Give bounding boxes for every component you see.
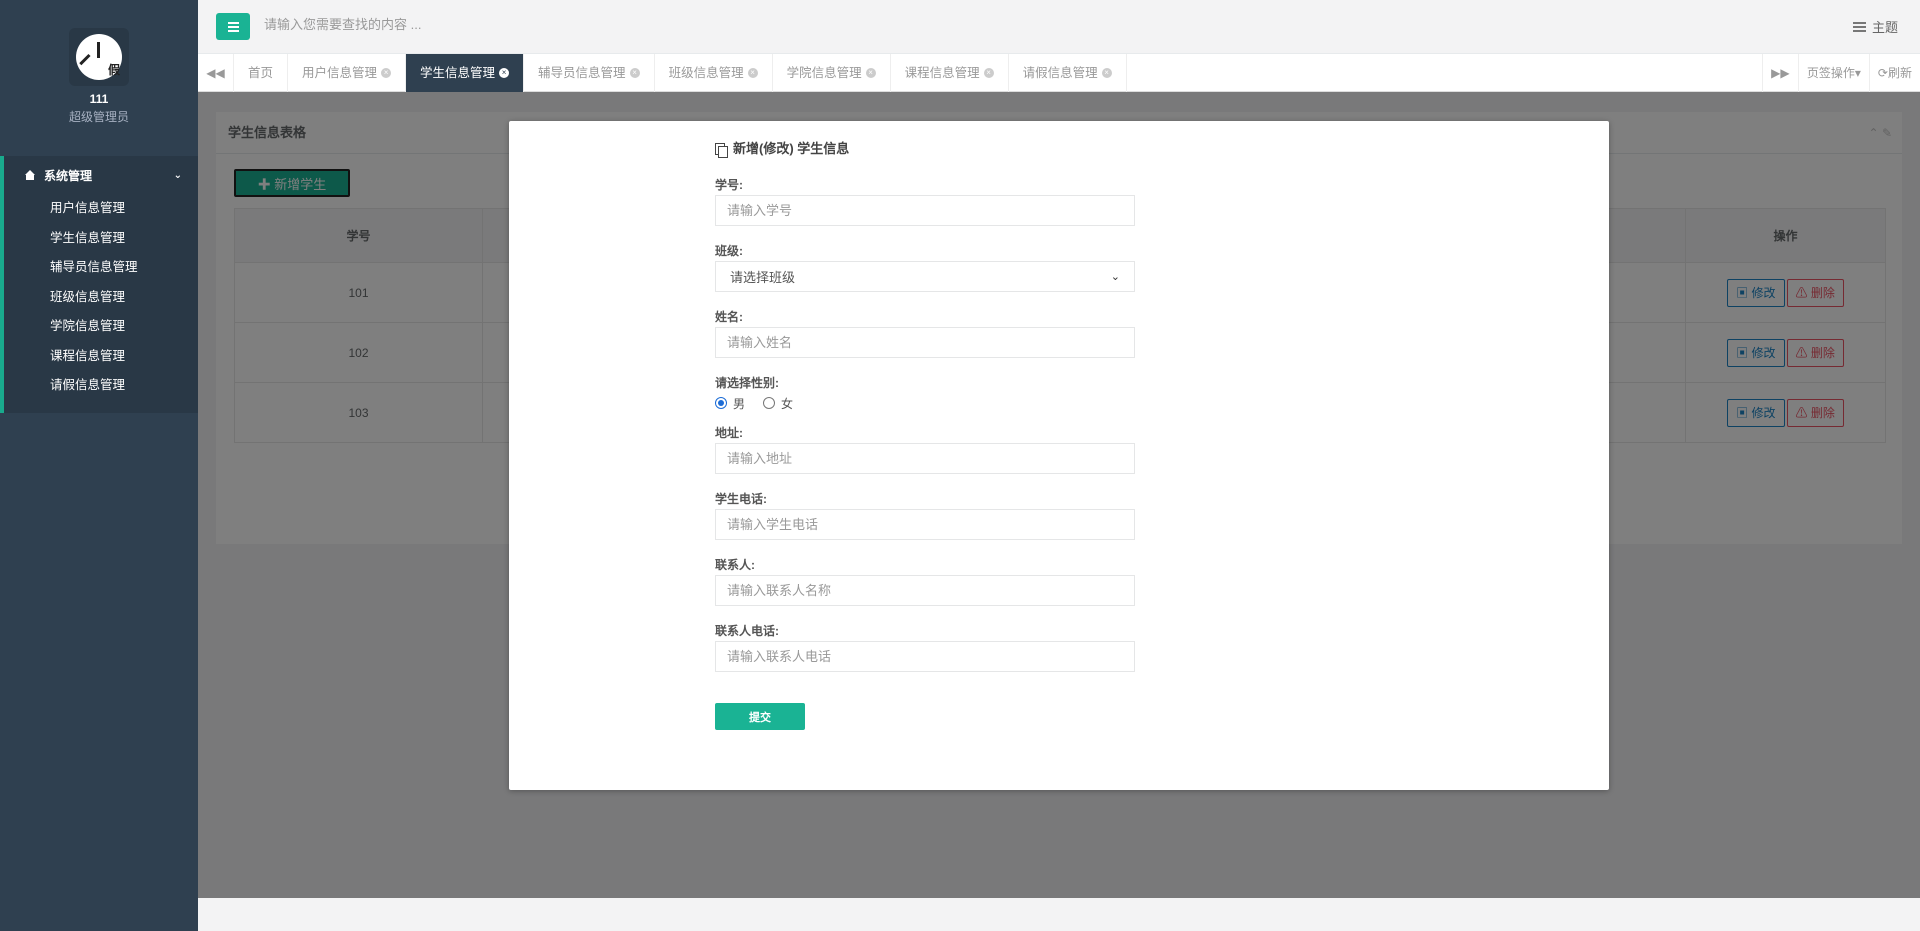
theme-label: 主题 (1871, 20, 1898, 35)
close-icon[interactable]: × (865, 68, 876, 78)
class-select[interactable]: 请选择班级 ⌄ (715, 261, 1135, 292)
close-icon[interactable]: × (747, 68, 758, 78)
contact-phone-label: 联系人电话: (715, 624, 779, 638)
close-icon[interactable]: × (499, 68, 510, 78)
sidebar-menu-title: 系统管理 (44, 168, 93, 183)
tab-label: 辅导员信息管理 (538, 66, 626, 80)
contact-input[interactable] (715, 575, 1135, 606)
tab-list: 首页 用户信息管理 × 学生信息管理 × 辅导员信息管理 × 班级信息管理 × 学院信息… (234, 54, 1127, 92)
tab-classes[interactable]: 班级信息管理 × (655, 54, 773, 92)
contact-phone-input[interactable] (715, 641, 1135, 672)
sidebar-menu-system[interactable]: 系统管理 ⌄ (4, 156, 198, 194)
student-no-input[interactable] (715, 195, 1135, 226)
address-label: 地址: (715, 426, 743, 440)
tab-users[interactable]: 用户信息管理 × (288, 54, 407, 92)
menu-toggle-button[interactable] (216, 13, 250, 40)
refresh-icon: ⟳ (1877, 66, 1888, 80)
sidebar-item-students[interactable]: 学生信息管理 (4, 224, 198, 254)
tab-colleges[interactable]: 学院信息管理 × (773, 54, 891, 92)
sidebar-item-classes[interactable]: 班级信息管理 (4, 283, 198, 313)
contact-label: 联系人: (715, 558, 755, 572)
sidebar-item-leave[interactable]: 请假信息管理 (4, 371, 198, 401)
chevron-down-icon: ⌄ (1110, 271, 1120, 283)
address-input[interactable] (715, 443, 1135, 474)
submit-button[interactable]: 提交 (715, 703, 805, 730)
name-input[interactable] (715, 327, 1135, 358)
chevron-down-icon: ⌄ (173, 169, 182, 181)
tab-scroll-right-button[interactable]: ▶▶ (1761, 54, 1798, 92)
name-label: 姓名: (715, 310, 743, 324)
tab-label: 学院信息管理 (786, 66, 862, 80)
tab-ops-dropdown[interactable]: 页签操作▾ (1797, 54, 1869, 92)
tab-bar: ◀◀ 首页 用户信息管理 × 学生信息管理 × 辅导员信息管理 × 班级信息管理 × 学… (198, 54, 1920, 92)
sidebar-item-courses[interactable]: 课程信息管理 (4, 342, 198, 372)
app-logo[interactable]: 假 (69, 28, 129, 86)
tab-home[interactable]: 首页 (234, 54, 289, 92)
tab-actions: ▶▶ 页签操作▾ ⟳刷新 (1761, 54, 1920, 92)
tab-ops-label: 页签操作 (1806, 66, 1855, 80)
gender-label: 请选择性别: (715, 376, 779, 390)
close-icon[interactable]: × (381, 68, 392, 78)
sidebar-item-counselors[interactable]: 辅导员信息管理 (4, 253, 198, 283)
search-input[interactable] (264, 17, 864, 32)
profile-role: 超级管理员 (68, 110, 129, 124)
phone-input[interactable] (715, 509, 1135, 540)
tab-label: 用户信息管理 (302, 66, 378, 80)
class-select-value: 请选择班级 (730, 270, 796, 285)
modal-title-text: 新增(修改) 学生信息 (733, 141, 850, 156)
forward-icon: ▶▶ (1771, 66, 1790, 80)
student-no-label: 学号: (715, 178, 743, 192)
student-form: 新增(修改) 学生信息 学号: 班级: 请选择班级 ⌄ 姓名: 请选择性别: 男… (715, 137, 1135, 730)
gender-radio-group: 男 女 (715, 393, 1135, 413)
modal-title: 新增(修改) 学生信息 (715, 137, 1135, 161)
tab-label: 首页 (248, 66, 274, 80)
tab-label: 请假信息管理 (1022, 66, 1098, 80)
caret-down-icon: ▾ (1854, 66, 1861, 80)
tab-leave[interactable]: 请假信息管理 × (1009, 54, 1127, 92)
profile: 假 111 超级管理员 (0, 0, 198, 140)
close-icon[interactable]: × (1101, 68, 1112, 78)
backward-icon: ◀◀ (206, 66, 225, 80)
tab-label: 学生信息管理 (420, 66, 496, 80)
refresh-label: 刷新 (1887, 66, 1912, 80)
tab-scroll-left-button[interactable]: ◀◀ (198, 54, 234, 92)
home-icon (24, 169, 36, 181)
tab-courses[interactable]: 课程信息管理 × (891, 54, 1009, 92)
gender-option-label: 男 (733, 396, 746, 411)
tab-label: 班级信息管理 (668, 66, 744, 80)
phone-label: 学生电话: (715, 492, 767, 506)
class-label: 班级: (715, 244, 743, 258)
profile-name: 111 (89, 92, 109, 106)
tab-label: 课程信息管理 (904, 66, 980, 80)
tab-students[interactable]: 学生信息管理 × (406, 54, 525, 92)
refresh-button[interactable]: ⟳刷新 (1868, 54, 1920, 92)
sidebar-item-users[interactable]: 用户信息管理 (4, 194, 198, 224)
theme-button[interactable]: 主题 (1852, 17, 1898, 36)
gender-radio-male[interactable] (715, 397, 727, 409)
student-form-modal: 新增(修改) 学生信息 学号: 班级: 请选择班级 ⌄ 姓名: 请选择性别: 男… (509, 121, 1609, 790)
sidebar: 假 111 超级管理员 系统管理 ⌄ 用户信息管理 学生信息管理 辅导员信息管理… (0, 0, 198, 931)
top-bar: 主题 (198, 0, 1920, 54)
copy-icon (715, 142, 728, 158)
logo-char: 假 (107, 63, 120, 77)
close-icon[interactable]: × (983, 68, 994, 78)
clock-icon: 假 (76, 34, 122, 80)
tab-counselors[interactable]: 辅导员信息管理 × (524, 54, 655, 92)
sidebar-item-colleges[interactable]: 学院信息管理 (4, 312, 198, 342)
close-icon[interactable]: × (629, 68, 640, 78)
gender-option-label: 女 (781, 396, 794, 411)
sidebar-nav: 系统管理 ⌄ 用户信息管理 学生信息管理 辅导员信息管理 班级信息管理 学院信息… (0, 156, 198, 413)
gender-radio-female[interactable] (763, 397, 776, 409)
list-icon (1852, 21, 1866, 32)
footer-strip (198, 898, 1920, 931)
